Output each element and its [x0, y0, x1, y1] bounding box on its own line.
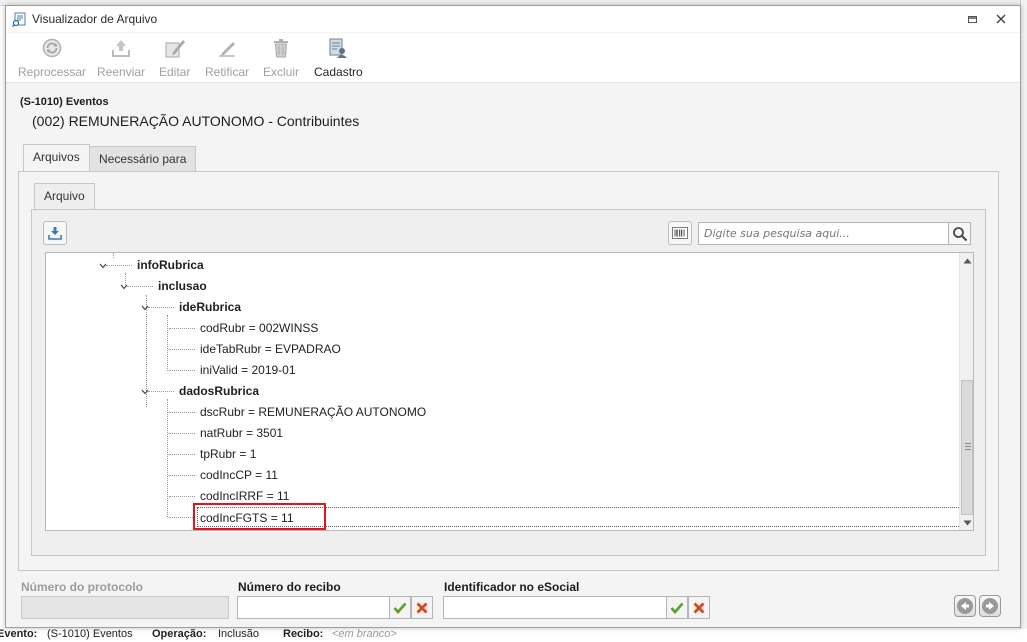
restore-icon — [967, 15, 977, 23]
trash-icon — [274, 39, 288, 58]
status-operation-value: Inclusão — [218, 629, 259, 640]
upload-icon — [112, 40, 130, 57]
esocial-clear-button[interactable] — [688, 596, 710, 619]
tree-node-info-rubrica[interactable]: infoRubrica — [137, 255, 204, 275]
status-receipt-label: Recibo: — [283, 629, 324, 640]
collapse-caret-icon[interactable] — [141, 388, 149, 396]
tree-node-ide-tab-rubr[interactable]: ideTabRubr = EVPADRAO — [200, 339, 341, 359]
search-icon — [952, 226, 967, 241]
register-icon — [329, 38, 348, 58]
background-window-right — [1020, 0, 1027, 642]
highlight-box — [193, 503, 326, 530]
delete-label: Excluir — [263, 65, 300, 79]
arrow-left-icon — [961, 602, 969, 610]
download-icon — [48, 227, 62, 240]
rectify-button[interactable]: Retificar — [205, 37, 249, 81]
scroll-up-button[interactable] — [960, 253, 973, 268]
scroll-thumb[interactable] — [961, 380, 973, 515]
triangle-up-icon — [963, 258, 972, 263]
resend-button[interactable]: Reenviar — [97, 37, 145, 81]
register-button[interactable]: Cadastro — [314, 37, 363, 81]
arrow-right-icon — [986, 602, 994, 610]
previous-button[interactable] — [954, 595, 976, 617]
pencil-icon — [219, 42, 235, 57]
close-button[interactable] — [988, 9, 1014, 29]
search-button[interactable] — [948, 222, 971, 245]
esocial-id-field[interactable] — [443, 596, 667, 619]
toolbar: Reprocessar Reenviar Editar Retificar Ex… — [6, 33, 1020, 83]
register-label: Cadastro — [314, 65, 363, 79]
edit-icon — [165, 40, 185, 58]
barcode-button[interactable] — [668, 221, 692, 245]
delete-button[interactable]: Excluir — [263, 37, 299, 81]
reprocess-label: Reprocessar — [18, 65, 87, 79]
esocial-id-label: Identificador no eSocial — [444, 580, 580, 594]
x-icon — [693, 602, 705, 613]
search-input[interactable] — [698, 222, 949, 245]
reprocess-button[interactable]: Reprocessar — [18, 37, 86, 81]
file-viewer-window: Visualizador de Arquivo Reprocessar Reen… — [5, 5, 1021, 628]
tree-node-cod-inc-cp[interactable]: codIncCP = 11 — [200, 465, 278, 485]
background-status-line: Evento: (S-1010) Eventos Operação: Inclu… — [0, 629, 1027, 642]
receipt-clear-button[interactable] — [411, 596, 433, 619]
tree-node-inclusao[interactable]: inclusao — [158, 276, 207, 296]
tree-node-ini-valid[interactable]: iniValid = 2019-01 — [200, 360, 296, 380]
event-description: (002) REMUNERAÇÃO AUTONOMO - Contribuint… — [32, 113, 360, 129]
collapse-caret-icon[interactable] — [141, 304, 149, 312]
collapse-caret-icon[interactable] — [99, 262, 107, 270]
title-bar[interactable]: Visualizador de Arquivo — [6, 6, 1020, 32]
tree-node-tp-rubr[interactable]: tpRubr = 1 — [200, 444, 256, 464]
status-operation-label: Operação: — [152, 629, 207, 640]
rectify-label: Retificar — [205, 65, 250, 79]
status-receipt-value: <em branco> — [332, 629, 397, 640]
status-event-value: (S-1010) Eventos — [47, 629, 133, 640]
resend-label: Reenviar — [97, 65, 146, 79]
download-button[interactable] — [43, 221, 67, 245]
tree-node-ide-rubrica[interactable]: ideRubrica — [179, 297, 241, 317]
close-icon — [996, 14, 1006, 24]
receipt-label: Número do recibo — [238, 580, 341, 594]
collapse-caret-icon[interactable] — [120, 283, 128, 291]
next-button[interactable] — [979, 595, 1001, 617]
protocol-field[interactable] — [21, 596, 229, 619]
x-icon — [416, 602, 428, 613]
reprocess-icon — [42, 38, 62, 58]
tree-node-nat-rubr[interactable]: natRubr = 3501 — [200, 423, 283, 443]
tab-file[interactable]: Arquivo — [34, 183, 95, 211]
window-title: Visualizador de Arquivo — [32, 12, 158, 26]
esocial-confirm-button[interactable] — [666, 596, 688, 619]
xml-tree[interactable]: infoRubrica inclusao ideRubrica codRubr … — [45, 252, 974, 531]
event-code: (S-1010) Eventos — [20, 96, 109, 108]
document-viewer-icon — [12, 12, 26, 27]
check-icon — [670, 602, 684, 614]
check-icon — [393, 602, 407, 614]
triangle-down-icon — [963, 520, 972, 525]
tree-node-dsc-rubr[interactable]: dscRubr = REMUNERAÇÃO AUTONOMO — [200, 402, 426, 422]
status-event-label: Evento: — [0, 629, 38, 640]
barcode-icon — [672, 227, 688, 239]
restore-button[interactable] — [959, 9, 985, 29]
tree-scrollbar[interactable] — [959, 253, 973, 530]
tree-node-cod-rubr[interactable]: codRubr = 002WINSS — [200, 318, 318, 338]
receipt-confirm-button[interactable] — [389, 596, 411, 619]
protocol-label: Número do protocolo — [21, 580, 143, 594]
tab-required-for[interactable]: Necessário para — [89, 146, 197, 172]
scroll-down-button[interactable] — [960, 515, 973, 530]
edit-label: Editar — [159, 65, 191, 79]
tree-node-dados-rubrica[interactable]: dadosRubrica — [179, 381, 259, 401]
receipt-field[interactable] — [237, 596, 390, 619]
edit-button[interactable]: Editar — [159, 37, 190, 81]
tab-files[interactable]: Arquivos — [23, 144, 90, 172]
